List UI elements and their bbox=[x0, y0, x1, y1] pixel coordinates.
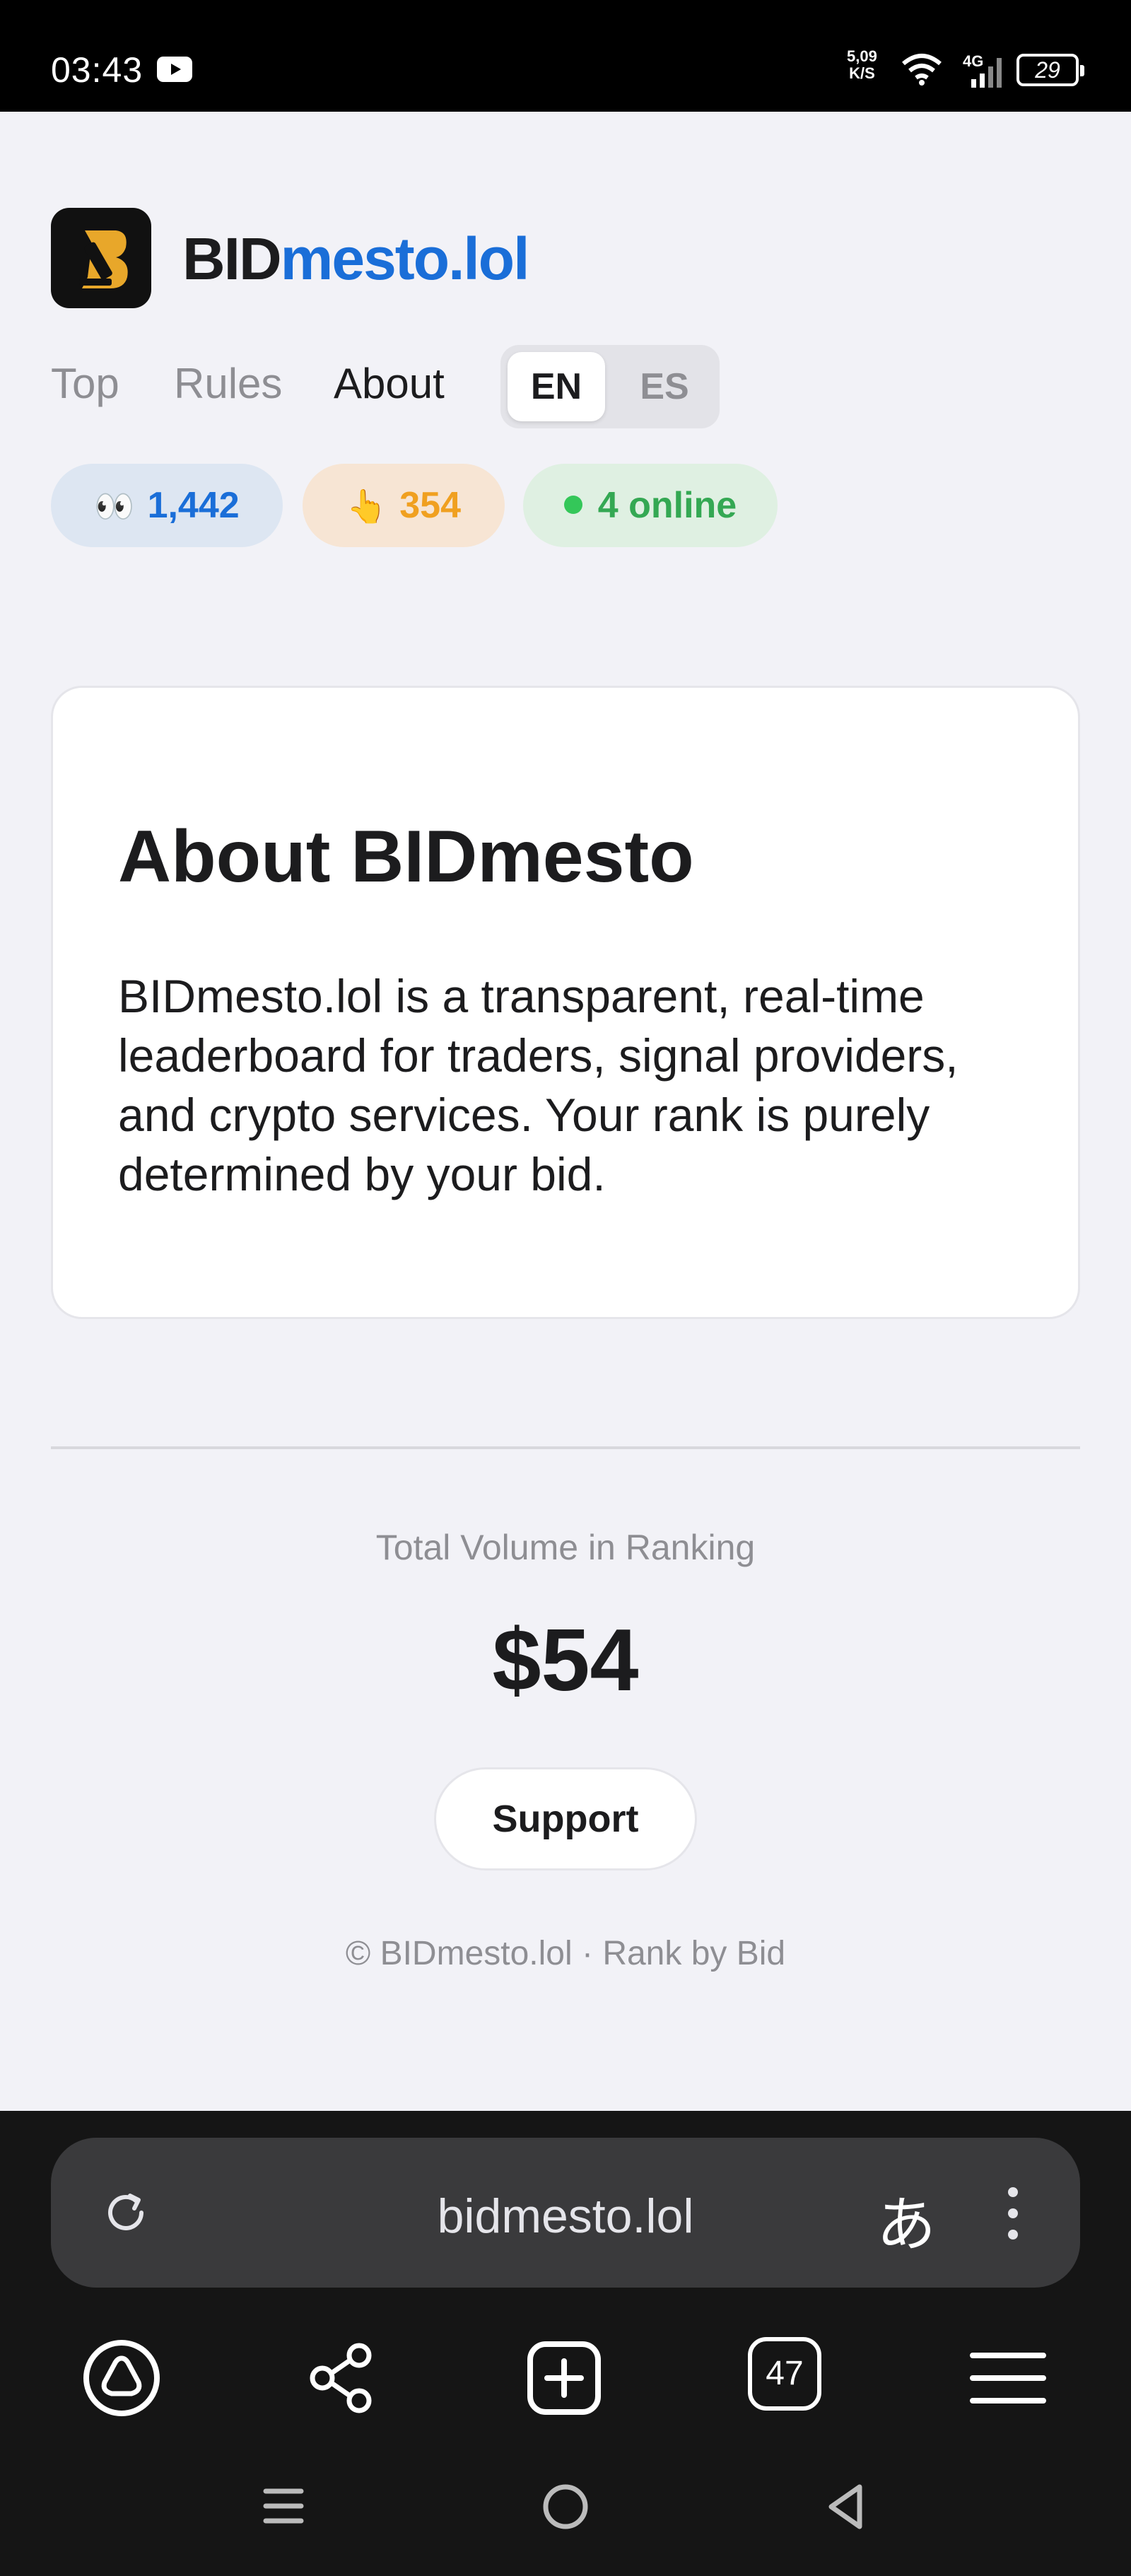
taps-counter-badge: 👆 354 bbox=[303, 464, 505, 547]
views-counter-badge: 👀 1,442 bbox=[51, 464, 283, 547]
language-es-button[interactable]: ES bbox=[616, 352, 713, 421]
status-time: 03:43 bbox=[51, 50, 143, 90]
translate-icon[interactable]: あ bbox=[877, 2177, 936, 2263]
support-button[interactable]: Support bbox=[434, 1767, 697, 1870]
share-icon[interactable] bbox=[300, 2336, 385, 2420]
browser-toolbar: bidmesto.lol あ 47 bbox=[0, 2111, 1131, 2576]
site-logo[interactable] bbox=[51, 208, 151, 308]
nav-rules[interactable]: Rules bbox=[174, 359, 282, 408]
about-card: About BIDmesto BIDmesto.lol is a transpa… bbox=[51, 686, 1080, 1319]
address-bar[interactable]: bidmesto.lol あ bbox=[51, 2138, 1080, 2288]
online-counter-badge: 4 online bbox=[523, 464, 778, 547]
battery-icon: 29 bbox=[1016, 54, 1084, 86]
nav-about[interactable]: About bbox=[334, 359, 445, 408]
pointing-finger-icon: 👆 bbox=[346, 488, 387, 525]
footer-text: © BIDmesto.lol · Rank by Bid bbox=[345, 1935, 786, 1972]
back-icon[interactable] bbox=[821, 2481, 872, 2532]
language-toggle: EN ES bbox=[500, 345, 720, 428]
home-icon[interactable] bbox=[79, 2336, 164, 2420]
gavel-logo-icon bbox=[79, 230, 128, 288]
total-volume-value: $54 bbox=[492, 1612, 639, 1709]
status-bar: 03:43 5,09 K/S 4G 29 bbox=[0, 0, 1131, 112]
section-divider bbox=[51, 1446, 1080, 1449]
new-tab-icon[interactable] bbox=[522, 2336, 606, 2420]
recent-apps-icon[interactable] bbox=[259, 2481, 308, 2531]
more-options-icon[interactable] bbox=[1002, 2182, 1024, 2245]
online-count: 4 online bbox=[597, 485, 737, 526]
brand-title[interactable]: BIDmesto.lol bbox=[182, 225, 530, 293]
signal-4g-icon: 4G bbox=[963, 52, 1002, 88]
total-volume-label: Total Volume in Ranking bbox=[375, 1528, 756, 1567]
eyes-icon: 👀 bbox=[94, 488, 135, 525]
menu-icon[interactable] bbox=[966, 2336, 1050, 2420]
youtube-notification-icon bbox=[157, 57, 192, 82]
views-count: 1,442 bbox=[147, 485, 240, 526]
wifi-icon bbox=[902, 54, 942, 86]
signal-4g-label: 4G bbox=[963, 52, 983, 70]
brand-part-bid: BID bbox=[182, 226, 282, 292]
home-nav-icon[interactable] bbox=[540, 2481, 591, 2532]
network-speed: 5,09 K/S bbox=[847, 48, 877, 82]
tabs-count-button[interactable]: 47 bbox=[748, 2337, 821, 2411]
network-speed-unit: K/S bbox=[849, 64, 875, 82]
nav-top[interactable]: Top bbox=[51, 359, 119, 408]
online-dot-icon bbox=[563, 496, 582, 515]
network-speed-value: 5,09 bbox=[847, 47, 877, 65]
taps-count: 354 bbox=[399, 485, 462, 526]
language-en-button[interactable]: EN bbox=[508, 352, 605, 421]
brand-part-domain: mesto.lol bbox=[280, 226, 530, 292]
about-title: About BIDmesto bbox=[118, 816, 694, 898]
about-body: BIDmesto.lol is a transparent, real-time… bbox=[118, 970, 959, 1200]
